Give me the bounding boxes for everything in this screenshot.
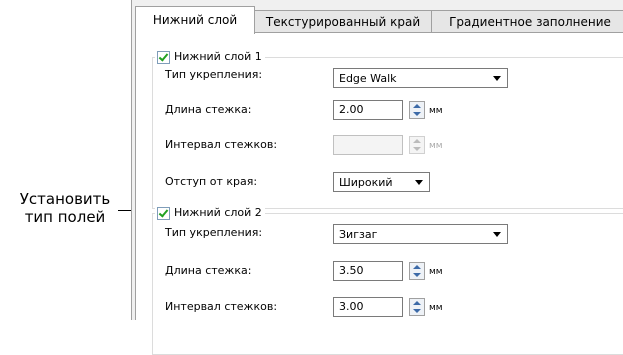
- callout-label: Установить тип полей: [0, 190, 130, 226]
- spin-up-icon: [413, 139, 421, 143]
- underlay-1-stitch-interval-input[interactable]: [333, 135, 403, 155]
- underlay-2-stitch-length-input[interactable]: 3.50: [333, 261, 403, 281]
- underlay-1-stitch-interval-unit: мм: [429, 141, 443, 151]
- chevron-down-icon: [493, 232, 501, 237]
- underlay-1-stitch-interval-label: Интервал стежков:: [165, 138, 278, 151]
- spin-down-icon: [413, 309, 421, 313]
- underlay-1-edge-offset-value: Широкий: [339, 176, 393, 189]
- underlay-1-stitch-length-input[interactable]: 2.00: [333, 100, 403, 120]
- underlay-1-checkbox[interactable]: [157, 50, 170, 64]
- underlay-1-stitch-length-unit: мм: [429, 106, 443, 116]
- spin-up-icon: [413, 265, 421, 269]
- underlay-2-stitch-interval-label: Интервал стежков:: [165, 300, 278, 313]
- underlay-2-stitch-interval-input[interactable]: 3.00: [333, 297, 403, 317]
- spin-down-icon: [413, 147, 421, 151]
- underlay-2-stitch-length-spinner[interactable]: [409, 262, 425, 280]
- tab-strip: Нижний слой Текстурированный край Градие…: [135, 6, 623, 34]
- spin-up-icon: [413, 104, 421, 108]
- underlay-2-type-value: Зигзаг: [339, 228, 378, 241]
- spin-down-icon: [413, 273, 421, 277]
- underlay-1-type-value: Edge Walk: [339, 72, 397, 85]
- underlay-2-checkbox[interactable]: [157, 206, 170, 220]
- underlay-1-stitch-length-label: Длина стежка:: [165, 103, 252, 116]
- underlay-1-type-select[interactable]: Edge Walk: [333, 68, 508, 88]
- callout-line-2: тип полей: [24, 208, 106, 226]
- tab-gradient-fill[interactable]: Градиентное заполнение: [431, 10, 623, 33]
- underlay-2-type-label: Тип укрепления:: [165, 226, 263, 239]
- callout-line-1: Установить: [19, 190, 111, 208]
- chevron-down-icon: [493, 76, 501, 81]
- underlay-2-header: Нижний слой 2: [155, 205, 265, 221]
- underlay-1-stitch-interval-spinner[interactable]: [409, 136, 425, 154]
- underlay-2-stitch-interval-spinner[interactable]: [409, 298, 425, 316]
- underlay-1-group: Нижний слой 1 Тип укрепления: Edge Walk …: [152, 49, 623, 209]
- underlay-1-type-label: Тип укрепления:: [165, 68, 263, 81]
- spin-down-icon: [413, 112, 421, 116]
- underlay-2-stitch-interval-unit: мм: [429, 303, 443, 313]
- spin-up-icon: [413, 301, 421, 305]
- underlay-1-header: Нижний слой 1: [155, 49, 265, 65]
- chevron-down-icon: [415, 180, 423, 185]
- underlay-2-stitch-length-unit: мм: [429, 267, 443, 277]
- underlay-1-edge-offset-select[interactable]: Широкий: [333, 172, 430, 192]
- underlay-1-title: Нижний слой 1: [174, 50, 262, 63]
- properties-dialog: Нижний слой Текстурированный край Градие…: [131, 0, 623, 355]
- tab-underlay[interactable]: Нижний слой: [135, 6, 255, 34]
- underlay-2-type-select[interactable]: Зигзаг: [333, 224, 508, 244]
- tab-panel-underlay: Нижний слой 1 Тип укрепления: Edge Walk …: [135, 32, 623, 355]
- underlay-2-group: Нижний слой 2 Тип укрепления: Зигзаг Дли…: [152, 205, 623, 355]
- underlay-2-stitch-length-label: Длина стежка:: [165, 264, 252, 277]
- underlay-1-stitch-length-spinner[interactable]: [409, 101, 425, 119]
- tab-textured-edge[interactable]: Текстурированный край: [253, 10, 433, 33]
- underlay-2-title: Нижний слой 2: [174, 206, 262, 219]
- underlay-1-edge-offset-label: Отступ от края:: [165, 175, 258, 188]
